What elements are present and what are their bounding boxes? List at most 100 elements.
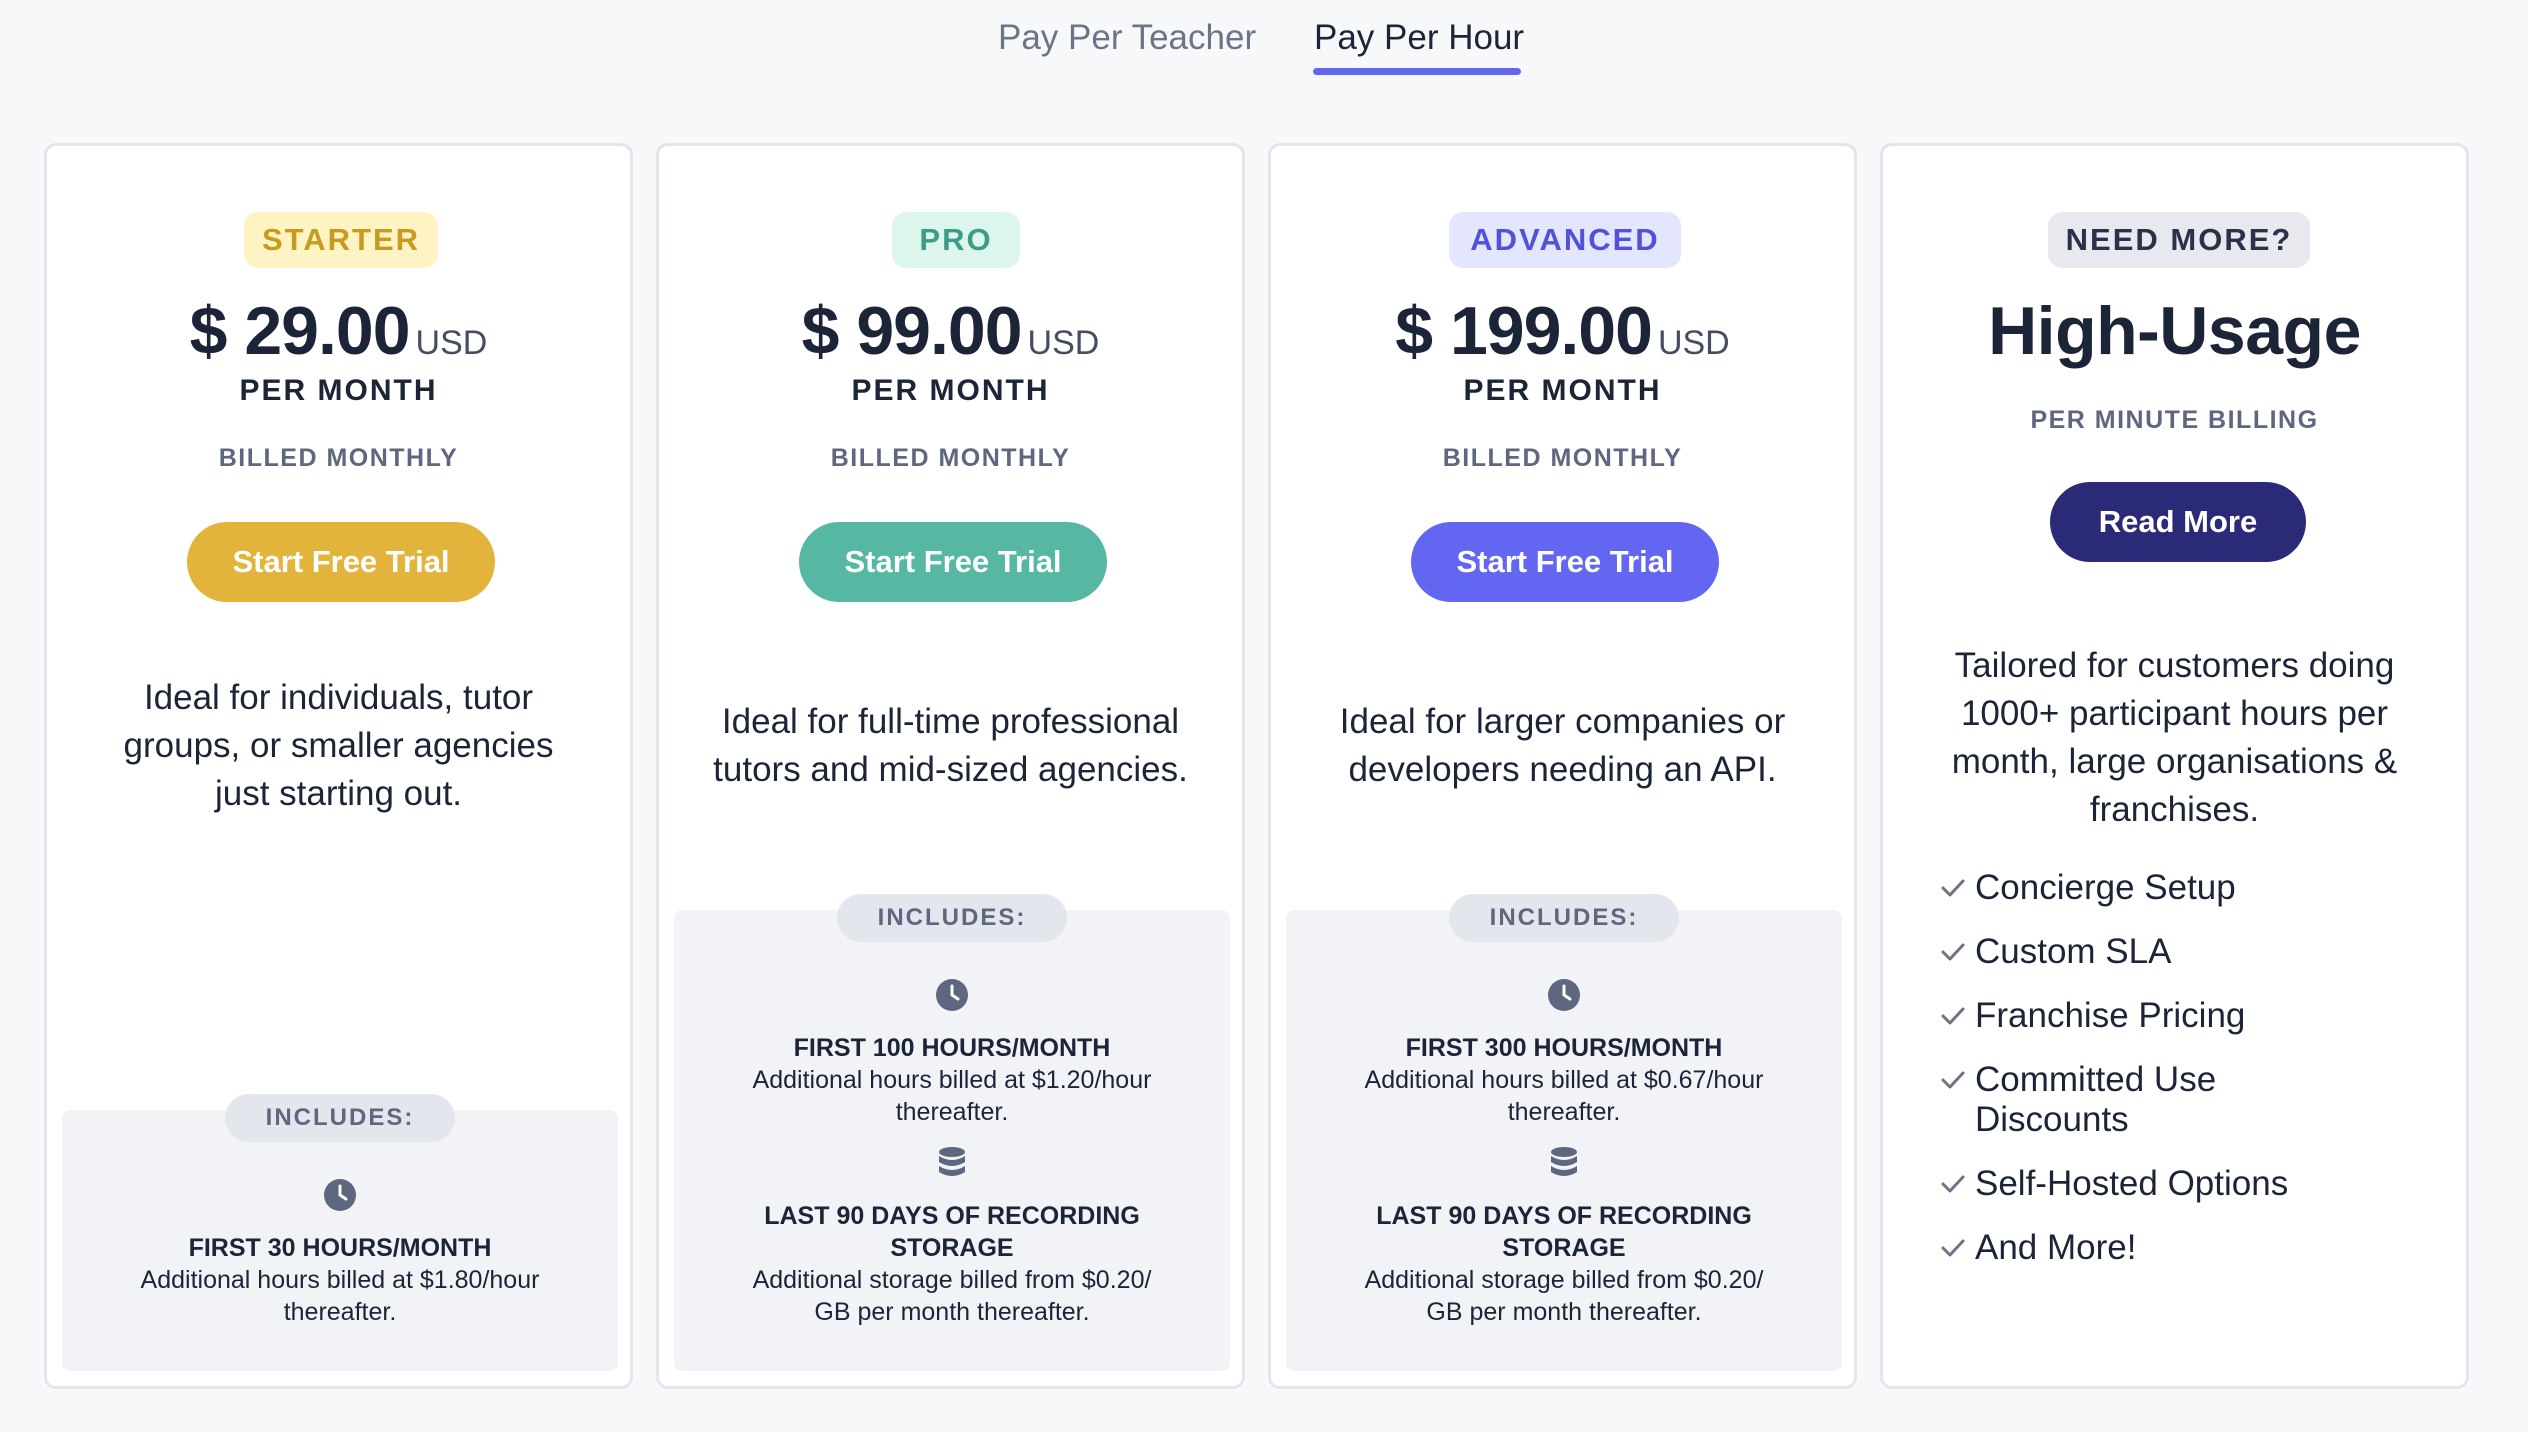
feature-item: Committed Use Discounts (1941, 1060, 2217, 1140)
feature-label: Franchise Pricing (1975, 996, 2246, 1035)
description-line: Ideal for larger companies or (1339, 702, 1786, 741)
database-icon (939, 1147, 965, 1176)
plan-card-pro: PRO $ 99.00 USD PER MONTH BILLED MONTHLY … (656, 143, 1245, 1389)
includes-section: INCLUDES: FIRST 100 HOURS/MONTH Addition… (674, 894, 1230, 1371)
include-text: Additional storage billed from $0.20/ GB… (1286, 1264, 1842, 1328)
includes-label: INCLUDES: (1449, 894, 1679, 942)
price-currency: USD (1027, 324, 1100, 362)
feature-label-line: Discounts (1975, 1100, 2129, 1139)
plan-description: Tailored for customers doing 1000+ parti… (1883, 642, 2466, 834)
plan-headline: High-Usage (1988, 293, 2361, 369)
clock-icon (324, 1179, 356, 1211)
include-text-line: Additional hours billed at $1.20/hour (752, 1066, 1152, 1094)
includes-section: INCLUDES: FIRST 300 HOURS/MONTH Addition… (1286, 894, 1842, 1371)
include-title: FIRST 300 HOURS/MONTH (1405, 1034, 1723, 1062)
plan-price: $ 99.00 (801, 293, 1023, 369)
plan-card-high-usage: NEED MORE? High-Usage PER MINUTE BILLING… (1880, 143, 2469, 1389)
include-text-line: thereafter. (895, 1098, 1009, 1126)
includes-label: INCLUDES: (837, 894, 1067, 942)
price-currency: USD (1657, 324, 1730, 362)
plan-badge-starter: STARTER (244, 212, 438, 268)
feature-label: Self-Hosted Options (1975, 1164, 2289, 1203)
price-row: $ 99.00 USD (659, 292, 1242, 370)
price-period: PER MONTH (239, 374, 438, 407)
plan-card-advanced: ADVANCED $ 199.00 USD PER MONTH BILLED MO… (1268, 143, 1857, 1389)
active-tab-indicator (1313, 68, 1521, 75)
start-free-trial-button-advanced[interactable]: Start Free Trial (1411, 522, 1719, 602)
price-period: PER MONTH (1463, 374, 1662, 407)
plan-price: $ 199.00 (1395, 293, 1653, 369)
include-text: Additional hours billed at $0.67/hour th… (1286, 1064, 1842, 1128)
read-more-button[interactable]: Read More (2050, 482, 2306, 562)
price-period: PER MONTH (851, 374, 1050, 407)
description-line: franchises. (2089, 790, 2260, 829)
billing-frequency: BILLED MONTHLY (830, 444, 1071, 472)
feature-item: Concierge Setup (1941, 868, 2236, 908)
tab-pay-per-teacher[interactable]: Pay Per Teacher (998, 14, 1256, 62)
include-title: FIRST 30 HOURS/MONTH (188, 1234, 492, 1262)
feature-label-line: Committed Use (1975, 1060, 2217, 1099)
plan-description: Ideal for individuals, tutor groups, or … (47, 674, 630, 818)
feature-label: Custom SLA (1975, 932, 2172, 971)
check-icon (1941, 879, 1965, 897)
tab-pay-per-hour[interactable]: Pay Per Hour (1314, 14, 1524, 62)
feature-item: Self-Hosted Options (1941, 1164, 2289, 1204)
include-text: Additional storage billed from $0.20/ GB… (674, 1264, 1230, 1328)
price-row: $ 199.00 USD (1271, 292, 1854, 370)
description-line: month, large organisations & (1951, 742, 2398, 781)
include-title-line: STORAGE (890, 1234, 1014, 1262)
include-text: Additional hours billed at $1.80/hour th… (62, 1264, 618, 1328)
price-row: $ 29.00 USD (47, 292, 630, 370)
plan-badge-need-more: NEED MORE? (2048, 212, 2310, 268)
plan-card-starter: STARTER $ 29.00 USD PER MONTH BILLED MONT… (44, 143, 633, 1389)
description-line: Tailored for customers doing (1954, 646, 2395, 685)
description-line: Ideal for individuals, tutor (143, 678, 534, 717)
description-line: Ideal for full-time professional (721, 702, 1180, 741)
description-line: groups, or smaller agencies (123, 726, 554, 765)
plan-price: $ 29.00 (189, 293, 411, 369)
description-line: tutors and mid-sized agencies. (713, 750, 1188, 789)
include-text: Additional hours billed at $1.20/hour th… (674, 1064, 1230, 1128)
feature-label: And More! (1975, 1228, 2137, 1267)
start-free-trial-button-starter[interactable]: Start Free Trial (187, 522, 495, 602)
check-icon (1941, 1175, 1965, 1193)
database-icon (1551, 1147, 1577, 1176)
include-text-line: Additional hours billed at $0.67/hour (1364, 1066, 1764, 1094)
includes-section: INCLUDES: FIRST 30 HOURS/MONTH Additiona… (62, 1094, 618, 1371)
feature-item: Franchise Pricing (1941, 996, 2246, 1036)
include-text-line: Additional storage billed from $0.20/ (1364, 1266, 1764, 1294)
billing-frequency: BILLED MONTHLY (218, 444, 459, 472)
description-line: just starting out. (214, 774, 463, 813)
pricing-tabs: Pay Per Teacher Pay Per Hour (0, 0, 2528, 80)
include-text-line: Additional storage billed from $0.20/ (752, 1266, 1152, 1294)
description-line: developers needing an API. (1348, 750, 1777, 789)
check-icon (1941, 1071, 1965, 1089)
feature-label: Concierge Setup (1975, 868, 2236, 907)
clock-icon (1548, 979, 1580, 1011)
include-title: FIRST 100 HOURS/MONTH (793, 1034, 1111, 1062)
feature-item: Custom SLA (1941, 932, 2172, 972)
price-currency: USD (415, 324, 488, 362)
check-icon (1941, 1239, 1965, 1257)
include-text-line: thereafter. (1507, 1098, 1621, 1126)
include-text-line: Additional hours billed at $1.80/hour (140, 1266, 540, 1294)
include-text-line: thereafter. (283, 1298, 397, 1326)
description-line: 1000+ participant hours per (1960, 694, 2389, 733)
plan-badge-advanced: ADVANCED (1449, 212, 1681, 268)
feature-item: And More! (1941, 1228, 2137, 1268)
check-icon (1941, 943, 1965, 961)
include-title: LAST 90 DAYS OF RECORDING STORAGE (1286, 1200, 1842, 1264)
start-free-trial-button-pro[interactable]: Start Free Trial (799, 522, 1107, 602)
clock-icon (936, 979, 968, 1011)
includes-label: INCLUDES: (225, 1094, 455, 1142)
check-icon (1941, 1007, 1965, 1025)
plan-description: Ideal for larger companies or developers… (1271, 698, 1854, 794)
plan-description: Ideal for full-time professional tutors … (659, 698, 1242, 794)
include-title: LAST 90 DAYS OF RECORDING STORAGE (674, 1200, 1230, 1264)
include-text-line: GB per month thereafter. (814, 1298, 1090, 1326)
billing-frequency: BILLED MONTHLY (1442, 444, 1683, 472)
include-title-line: LAST 90 DAYS OF RECORDING (1376, 1202, 1752, 1230)
include-title-line: LAST 90 DAYS OF RECORDING (764, 1202, 1140, 1230)
plan-badge-pro: PRO (892, 212, 1020, 268)
include-text-line: GB per month thereafter. (1426, 1298, 1702, 1326)
